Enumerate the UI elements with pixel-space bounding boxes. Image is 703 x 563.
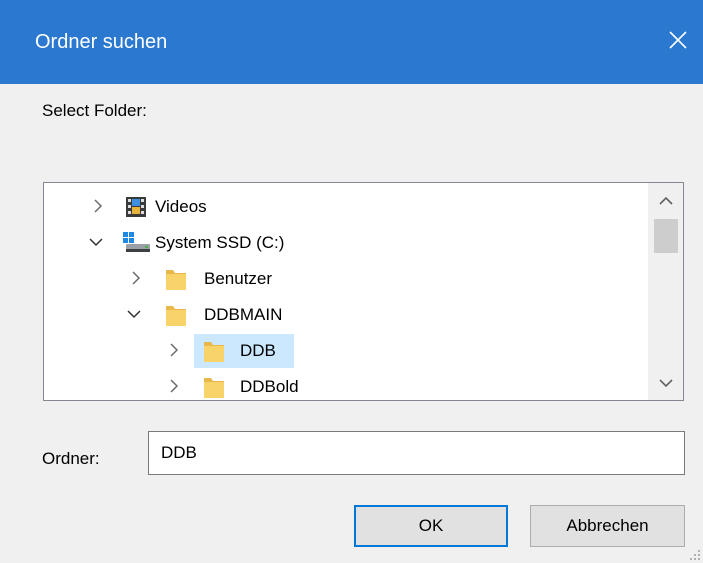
tree-item-label: Videos <box>155 197 207 216</box>
vertical-scrollbar[interactable] <box>648 183 683 400</box>
tree-item-ddbold[interactable]: DDBold <box>44 369 649 400</box>
chevron-right-icon[interactable] <box>90 198 106 214</box>
folder-input[interactable] <box>148 431 685 475</box>
folder-icon <box>204 342 224 362</box>
scroll-thumb[interactable] <box>654 219 678 253</box>
tree-item-ddbmain[interactable]: DDBMAIN <box>44 297 649 333</box>
dialog-body: Select Folder: Videos System SSD (C:) Be… <box>0 84 703 563</box>
scroll-up-button[interactable] <box>648 183 683 218</box>
folder-field-label: Ordner: <box>42 449 100 468</box>
tree-item-label: DDB <box>240 341 276 360</box>
folder-icon <box>166 306 186 326</box>
tree-item-label: System SSD (C:) <box>155 233 285 252</box>
chevron-up-icon <box>658 196 673 205</box>
folder-icon <box>166 270 186 290</box>
title-bar: Ordner suchen <box>0 0 703 84</box>
tree-item-system-ssd[interactable]: System SSD (C:) <box>44 225 649 261</box>
tree-item-label: DDBMAIN <box>204 305 283 324</box>
chevron-down-icon[interactable] <box>126 306 142 322</box>
chevron-right-icon[interactable] <box>166 378 182 394</box>
chevron-right-icon[interactable] <box>166 342 182 358</box>
tree-item-benutzer[interactable]: Benutzer <box>44 261 649 297</box>
chevron-down-icon[interactable] <box>88 234 104 250</box>
ok-button[interactable]: OK <box>354 505 508 547</box>
close-icon <box>669 31 687 49</box>
window-title: Ordner suchen <box>35 31 168 53</box>
folder-icon <box>204 378 224 398</box>
folder-tree[interactable]: Videos System SSD (C:) Benutzer DDBMAIN … <box>43 182 684 401</box>
chevron-down-icon <box>658 378 673 387</box>
scroll-down-button[interactable] <box>648 365 683 400</box>
resize-grip-icon[interactable] <box>689 549 701 561</box>
tree-item-videos[interactable]: Videos <box>44 189 649 225</box>
close-button[interactable] <box>653 20 703 60</box>
chevron-right-icon[interactable] <box>128 270 144 286</box>
video-folder-icon <box>126 197 146 217</box>
tree-item-label: Benutzer <box>204 269 273 288</box>
cancel-button[interactable]: Abbrechen <box>530 505 685 547</box>
tree-item-label: DDBold <box>240 377 299 396</box>
tree-item-ddb[interactable]: DDB <box>44 333 649 369</box>
select-folder-label: Select Folder: <box>42 101 147 120</box>
drive-icon <box>123 232 150 252</box>
